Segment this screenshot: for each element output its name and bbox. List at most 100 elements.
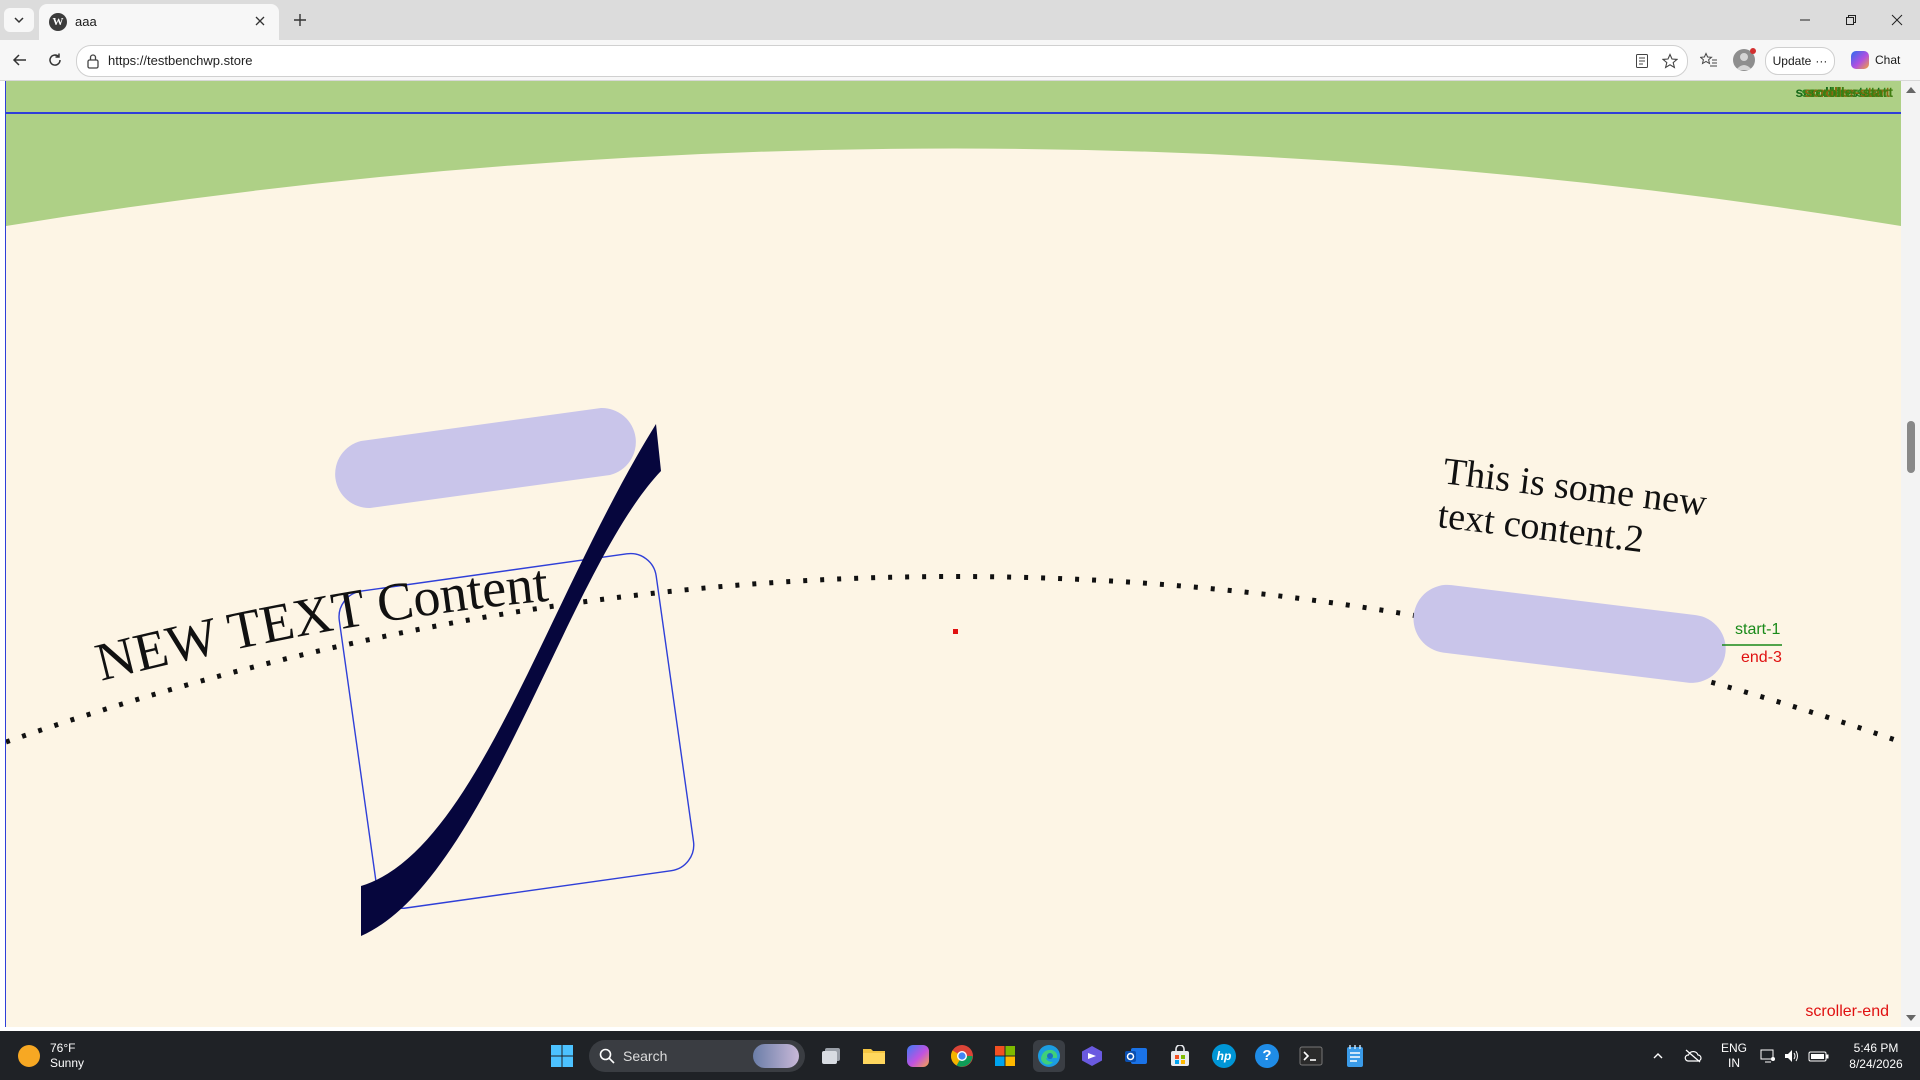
reload-icon [49, 53, 61, 66]
notepad-icon [1347, 1045, 1363, 1067]
copilot-chat-button[interactable]: Chat [1845, 47, 1911, 73]
page-viewport: scroller-start scroller-start scroller-s… [0, 81, 1920, 1031]
scroll-up-icon[interactable] [1906, 87, 1916, 93]
clock-date: 8/24/2026 [1849, 1057, 1903, 1071]
store-tiles-button[interactable] [989, 1040, 1021, 1072]
language-indicator[interactable]: ENG IN [1719, 1031, 1749, 1080]
language-line-2: IN [1728, 1055, 1740, 1070]
purple-app-button[interactable] [1076, 1040, 1108, 1072]
favorite-button[interactable] [1661, 52, 1679, 70]
tray-overflow-button[interactable] [1652, 1031, 1664, 1080]
scroll-down-icon[interactable] [1906, 1015, 1916, 1021]
curved-text: NEW TEXT Content [89, 553, 550, 693]
tab-bar: W aaa [0, 0, 1920, 40]
edge-icon [1038, 1045, 1060, 1067]
back-button[interactable] [6, 46, 34, 74]
store-button[interactable] [1164, 1040, 1196, 1072]
chat-label: Chat [1875, 53, 1901, 67]
marker-start: start-1 [1735, 621, 1780, 638]
clock-time: 5:46 PM [1853, 1041, 1899, 1055]
sun-icon [18, 1045, 40, 1067]
rotated-text: This is some new text content.2 [1436, 450, 1719, 569]
task-view-icon [822, 1048, 840, 1064]
url-text: https://testbenchwp.store [108, 53, 253, 68]
copilot-icon [1851, 51, 1869, 69]
help-icon: ? [1255, 1044, 1279, 1068]
windows-icon [551, 1045, 573, 1067]
outlook-button[interactable] [1120, 1040, 1152, 1072]
weather-widget[interactable]: 76°F Sunny [18, 1041, 84, 1071]
file-explorer-button[interactable] [858, 1040, 890, 1072]
arc-midpoint-marker [953, 629, 958, 634]
favorites-list-icon [1700, 52, 1717, 67]
help-button[interactable]: ? [1251, 1040, 1283, 1072]
copilot-app-button[interactable] [902, 1040, 934, 1072]
weather-temp: 76°F [50, 1041, 76, 1055]
minimize-icon [1800, 19, 1810, 21]
close-icon [255, 16, 265, 26]
reader-icon [1636, 54, 1648, 68]
chrome-icon [951, 1045, 973, 1067]
system-clock[interactable]: 5:46 PM 8/24/2026 [1840, 1040, 1912, 1072]
curved-text-path: NEW TEXT Content [89, 553, 550, 693]
update-label: Update [1772, 54, 1812, 68]
hp-app-button[interactable]: hp [1208, 1040, 1240, 1072]
hp-icon: hp [1212, 1044, 1236, 1068]
star-icon [1662, 53, 1678, 69]
folder-icon [863, 1049, 885, 1064]
taskbar-search[interactable]: Search [589, 1040, 805, 1072]
marker-end: end-3 [1741, 649, 1782, 666]
more-icon: ··· [1815, 54, 1828, 68]
scroller-container[interactable]: scroller-start scroller-start scroller-s… [5, 81, 1902, 1027]
search-highlight-image [753, 1044, 799, 1068]
site-info-icon[interactable] [86, 53, 100, 69]
network-status[interactable] [1684, 1031, 1702, 1080]
start-button[interactable] [546, 1040, 578, 1072]
copilot-icon [907, 1045, 929, 1067]
edge-button[interactable] [1033, 1040, 1065, 1072]
chevron-down-icon [14, 17, 24, 24]
mail-icon [1125, 1048, 1147, 1064]
chevron-up-icon [1653, 1052, 1663, 1058]
close-tab-button[interactable] [249, 10, 271, 32]
chrome-button[interactable] [946, 1040, 978, 1072]
tab-title: aaa [75, 14, 97, 29]
scroller-end-label: scroller-end [1805, 1003, 1889, 1020]
lavender-pill-right [1413, 584, 1726, 683]
weather-condition: Sunny [50, 1056, 85, 1070]
plus-icon [294, 14, 306, 26]
search-icon [599, 1048, 615, 1064]
task-view-button[interactable] [815, 1040, 847, 1072]
close-window-button[interactable] [1874, 5, 1920, 35]
minimize-button[interactable] [1782, 5, 1828, 35]
close-icon [1891, 14, 1903, 26]
reload-button[interactable] [41, 46, 69, 74]
restore-button[interactable] [1828, 5, 1874, 35]
shopping-bag-icon [1171, 1045, 1189, 1066]
terminal-button[interactable] [1295, 1040, 1327, 1072]
notification-dot [1750, 48, 1756, 54]
page-canvas: NEW TEXT Content This is some new text c… [6, 114, 1901, 936]
app-icon [1082, 1046, 1102, 1066]
terminal-icon [1299, 1046, 1323, 1066]
update-button[interactable]: Update ··· [1765, 47, 1835, 75]
scrollbar-thumb[interactable] [1907, 421, 1915, 473]
address-bar[interactable]: https://testbenchwp.store [76, 45, 1688, 77]
notepad-button[interactable] [1339, 1040, 1371, 1072]
cloud-off-icon [1684, 1049, 1702, 1062]
tab-list-button[interactable] [4, 8, 34, 32]
wordpress-icon: W [49, 13, 67, 31]
speaker-icon [1785, 1049, 1798, 1062]
browser-toolbar: https://testbenchwp.store Update ··· Cha… [0, 40, 1920, 81]
favorites-button[interactable] [1695, 46, 1723, 74]
display-icon [1760, 1049, 1775, 1062]
browser-tab[interactable]: W aaa [39, 4, 279, 40]
reader-mode-button[interactable] [1633, 52, 1651, 70]
lavender-pill-left [335, 407, 636, 509]
language-line-1: ENG [1720, 1040, 1747, 1055]
vertical-scrollbar[interactable] [1901, 81, 1920, 1027]
quick-settings[interactable] [1760, 1031, 1830, 1080]
search-placeholder: Search [623, 1048, 668, 1064]
new-tab-button[interactable] [288, 8, 312, 32]
microsoft-store-icon [995, 1046, 1015, 1066]
